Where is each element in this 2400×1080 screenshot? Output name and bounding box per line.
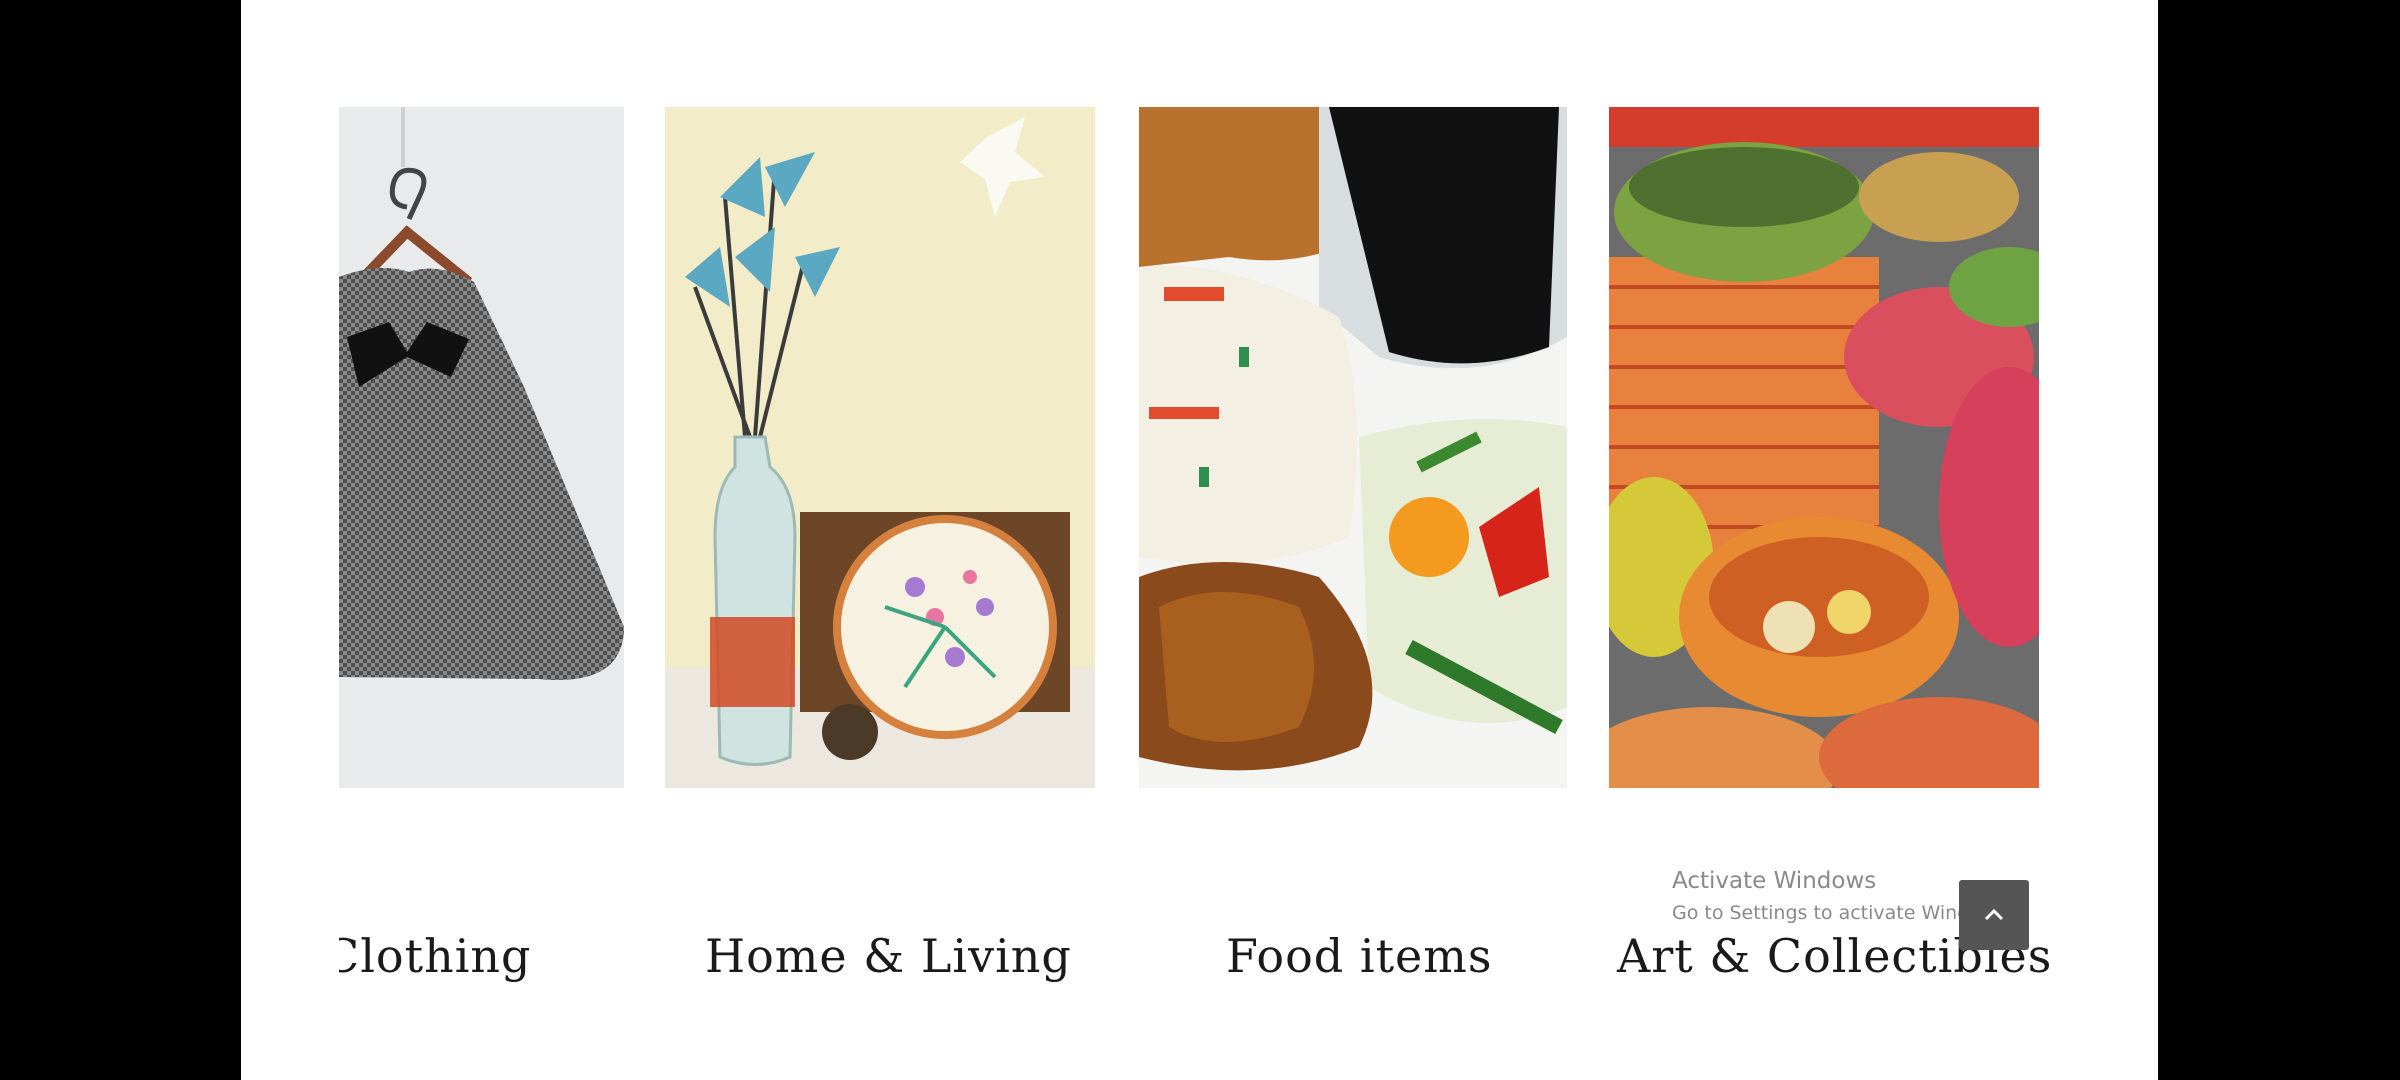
chevron-up-icon <box>1984 908 2004 921</box>
category-label-clothing[interactable]: Clothing <box>339 929 532 983</box>
category-image-clothing[interactable] <box>339 107 624 788</box>
category-image-home-living[interactable] <box>665 107 1095 788</box>
category-label-food-items[interactable]: Food items <box>1226 929 1493 983</box>
category-image-art-collectibles[interactable] <box>1609 107 2039 788</box>
category-label-home-living[interactable]: Home & Living <box>705 929 1072 983</box>
category-image-food-items[interactable] <box>1139 107 1567 788</box>
back-to-top-button[interactable] <box>1959 880 2029 950</box>
